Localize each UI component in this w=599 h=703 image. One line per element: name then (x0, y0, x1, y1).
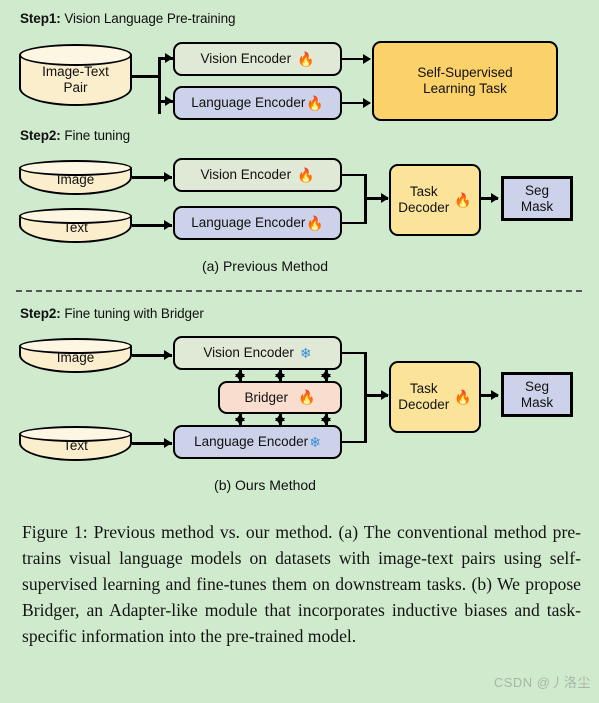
fire-icon: 🔥 (297, 166, 315, 183)
snowflake-icon: ❄ (309, 433, 321, 450)
datastore-label: Text (63, 220, 88, 235)
box-label: Language Encoder (191, 95, 306, 111)
fire-icon: 🔥 (454, 192, 472, 208)
step2-label: Step2: (20, 128, 61, 143)
box-task-decoder-a[interactable]: Task Decoder 🔥 (389, 164, 481, 236)
box-vision-encoder-pretrain[interactable]: Vision Encoder 🔥 (173, 42, 342, 76)
arrowhead-icon (381, 193, 389, 203)
arrowhead-icon (165, 96, 173, 106)
snowflake-icon: ❄ (299, 344, 312, 361)
datastore-image-b: Image (19, 338, 132, 373)
connector-line (158, 58, 161, 114)
arrowhead-icon (363, 97, 371, 108)
connector-line (132, 75, 160, 78)
box-label: Task Decoder (398, 381, 450, 412)
connector-line (342, 351, 366, 355)
arrowhead-icon (275, 418, 286, 425)
datastore-image-text-pair: Image-Text Pair (19, 44, 132, 106)
arrowhead-icon (381, 390, 389, 400)
datastore-label: Text (63, 438, 88, 453)
arrowhead-icon (235, 418, 246, 425)
arrowhead-icon (164, 438, 172, 448)
step2-heading-a: Step2: Fine tuning (20, 128, 130, 143)
box-label: Bridger (244, 389, 289, 405)
arrowhead-icon (491, 390, 499, 400)
section-divider (16, 290, 582, 292)
datastore-text-a: Text (19, 208, 132, 243)
box-bridger[interactable]: Bridger 🔥 (218, 381, 342, 414)
box-language-encoder-pretrain[interactable]: Language Encoder 🔥 (173, 86, 342, 120)
box-label: Task Decoder (398, 184, 450, 215)
caption-previous-method: (a) Previous Method (201, 258, 329, 274)
box-label: Language Encoder (191, 215, 306, 231)
box-seg-mask-a[interactable]: Seg Mask (501, 176, 573, 221)
step2-heading-b: Step2: Fine tuning with Bridger (20, 306, 204, 321)
datastore-label: Image (56, 172, 95, 187)
arrowhead-icon (165, 52, 173, 63)
figure-canvas: Step1: Vision Language Pre-training Imag… (0, 0, 599, 703)
fire-icon: 🔥 (297, 50, 315, 67)
arrowhead-icon (164, 350, 172, 360)
box-vision-encoder-b[interactable]: Vision Encoder ❄ (173, 336, 342, 370)
box-seg-mask-b[interactable]: Seg Mask (501, 372, 573, 417)
box-label: Seg Mask (520, 182, 554, 214)
box-language-encoder-finetune-a[interactable]: Language Encoder 🔥 (173, 206, 342, 240)
box-label: Vision Encoder (200, 167, 292, 183)
datastore-label: Image (56, 350, 95, 365)
arrowhead-icon (321, 374, 332, 381)
datastore-text-b: Text (19, 426, 132, 461)
arrowhead-icon (164, 172, 172, 182)
box-task-decoder-b[interactable]: Task Decoder 🔥 (389, 361, 481, 433)
box-label: Vision Encoder (200, 51, 292, 67)
watermark: CSDN @丿洛尘 (493, 675, 591, 690)
arrowhead-icon (275, 374, 286, 381)
connector-line (342, 221, 366, 225)
datastore-image-a: Image (19, 160, 132, 195)
box-label: Language Encoder (194, 434, 309, 450)
arrowhead-icon (164, 220, 172, 230)
step2-text: Fine tuning (60, 128, 131, 143)
box-label: Vision Encoder (203, 345, 294, 361)
arrowhead-icon (491, 193, 499, 203)
step1-text: Vision Language Pre-training (60, 11, 236, 26)
connector-line (342, 440, 366, 444)
fire-icon: 🔥 (306, 94, 324, 111)
step2-text: Fine tuning with Bridger (60, 306, 204, 321)
step1-label: Step1: (20, 11, 61, 26)
figure-caption: Figure 1: Previous method vs. our method… (22, 522, 581, 646)
cylinder-top (19, 44, 132, 66)
fire-icon: 🔥 (306, 214, 324, 231)
datastore-label: Image-Text Pair (42, 64, 109, 95)
arrowhead-icon (321, 418, 332, 425)
arrowhead-icon (363, 53, 371, 64)
fire-icon: 🔥 (298, 389, 316, 406)
box-label: Self-Supervised Learning Task (417, 65, 513, 96)
connector-line (342, 173, 366, 177)
caption-ours-method: (b) Ours Method (214, 477, 316, 493)
box-vision-encoder-finetune-a[interactable]: Vision Encoder 🔥 (173, 158, 342, 192)
arrowhead-icon (235, 374, 246, 381)
step2-label: Step2: (20, 306, 61, 321)
box-self-supervised-learning-task[interactable]: Self-Supervised Learning Task (372, 41, 558, 121)
step1-heading: Step1: Vision Language Pre-training (20, 11, 236, 26)
box-label: Seg Mask (520, 378, 554, 410)
box-language-encoder-b[interactable]: Language Encoder ❄ (173, 425, 342, 459)
connector-line (364, 351, 367, 443)
fire-icon: 🔥 (454, 389, 472, 405)
